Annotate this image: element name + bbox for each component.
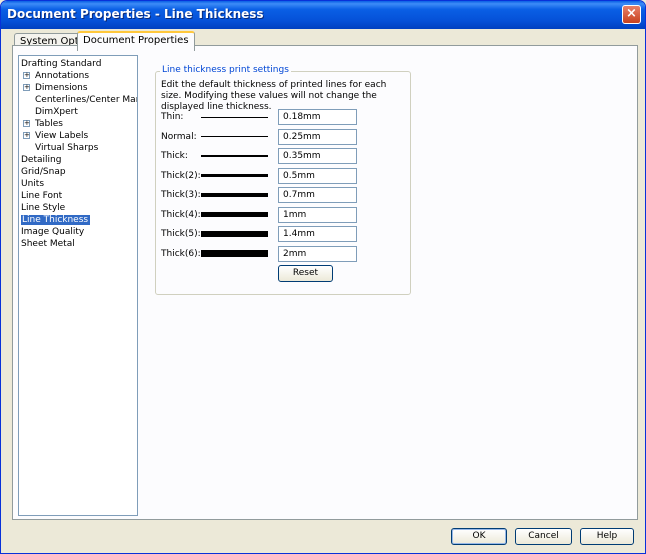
line-thickness-group: Line thickness print settings Edit the d… (155, 65, 411, 295)
expand-plus-icon[interactable]: + (23, 84, 30, 91)
tree-item-label: Sheet Metal (21, 239, 75, 249)
tree-item[interactable]: + View Labels (23, 130, 89, 142)
cancel-button[interactable]: Cancel (515, 528, 572, 545)
tree-item[interactable]: Grid/Snap (21, 166, 66, 178)
tree-item-label: Drafting Standard (21, 59, 102, 69)
tab-panel: Drafting Standard + Annotations + Dimensions… (12, 45, 638, 520)
help-button[interactable]: Help (580, 528, 634, 545)
tree-item[interactable]: DimXpert (35, 106, 78, 118)
tree-item-label: View Labels (35, 131, 89, 141)
tree-item-label: Line Style (21, 203, 66, 213)
thickness-input[interactable]: 1.4mm (278, 226, 357, 242)
tree-item-label: Centerlines/Center Marks (35, 95, 138, 105)
tree-item[interactable]: Line Style (21, 202, 65, 214)
tree-item[interactable]: + Tables (23, 118, 63, 130)
thickness-label: Thick(6): (161, 248, 201, 259)
line-sample (201, 212, 268, 217)
thickness-input[interactable]: 2mm (278, 245, 357, 262)
line-sample (201, 116, 268, 118)
dialog-window: Document Properties - Line Thickness × S… (0, 0, 646, 554)
tree-item[interactable]: + Annotations (23, 70, 90, 82)
tree-item[interactable]: Units (21, 178, 44, 190)
tree-item[interactable]: Drafting Standard (21, 58, 101, 70)
tree-item[interactable]: Sheet Metal (21, 238, 75, 250)
tree-item[interactable]: Virtual Sharps (35, 142, 98, 154)
line-sample (201, 250, 268, 257)
thickness-label: Thick(5): (161, 229, 201, 239)
thickness-label: Thick(2): (161, 170, 201, 181)
close-icon: × (626, 6, 637, 21)
tree-item[interactable]: + Dimensions (23, 82, 88, 94)
tab-label: Document Properties (83, 35, 189, 46)
tree-item-label: Units (21, 179, 45, 189)
title-bar[interactable]: Document Properties - Line Thickness × (1, 1, 645, 29)
ok-button[interactable]: OK (451, 528, 507, 545)
line-sample (201, 193, 268, 197)
tree-item[interactable]: Line Thickness (21, 214, 91, 226)
close-button[interactable]: × (622, 5, 641, 24)
thickness-input[interactable]: 0.25mm (278, 128, 357, 145)
thickness-label: Thick(4): (161, 209, 201, 220)
line-sample (201, 174, 268, 177)
thickness-label: Thick(3): (161, 190, 201, 200)
tab-document-properties[interactable]: Document Properties (77, 31, 195, 51)
tree-item-label: Dimensions (35, 83, 88, 93)
tree-item-label: Grid/Snap (21, 167, 66, 177)
tree-item[interactable]: Centerlines/Center Marks (35, 94, 138, 106)
thickness-input[interactable]: 0.7mm (278, 187, 357, 203)
tree-item[interactable]: Detailing (21, 154, 61, 166)
line-sample (201, 135, 268, 138)
reset-button[interactable]: Reset (278, 265, 333, 282)
thickness-input[interactable]: 1mm (278, 206, 357, 223)
expand-plus-icon[interactable]: + (23, 72, 30, 79)
tree-item-label: Image Quality (21, 227, 85, 237)
thickness-input[interactable]: 0.18mm (278, 109, 357, 125)
tree-item-label: Detailing (21, 155, 62, 165)
thickness-input[interactable]: 0.5mm (278, 167, 357, 184)
options-tree[interactable]: Drafting Standard + Annotations + Dimensions… (18, 55, 138, 516)
expand-plus-icon[interactable]: + (23, 132, 30, 139)
tree-item[interactable]: Image Quality (21, 226, 84, 238)
tree-item-label: Virtual Sharps (35, 143, 99, 153)
line-sample (201, 155, 268, 157)
expand-plus-icon[interactable]: + (23, 120, 30, 127)
thickness-input[interactable]: 0.35mm (278, 148, 357, 164)
tree-item-label: Tables (35, 119, 63, 129)
thickness-label: Thick: (161, 151, 188, 161)
window-title: Document Properties - Line Thickness (7, 7, 264, 21)
tree-item-label: Line Font (21, 191, 63, 201)
tree-item-label: Line Thickness (21, 215, 91, 225)
thickness-label: Normal: (161, 131, 197, 142)
group-title: Line thickness print settings (160, 65, 291, 75)
line-sample (201, 231, 268, 237)
tree-item-label: Annotations (35, 71, 90, 81)
thickness-label: Thin: (161, 112, 184, 122)
tree-item-label: DimXpert (35, 107, 78, 117)
tree-item[interactable]: Line Font (21, 190, 62, 202)
